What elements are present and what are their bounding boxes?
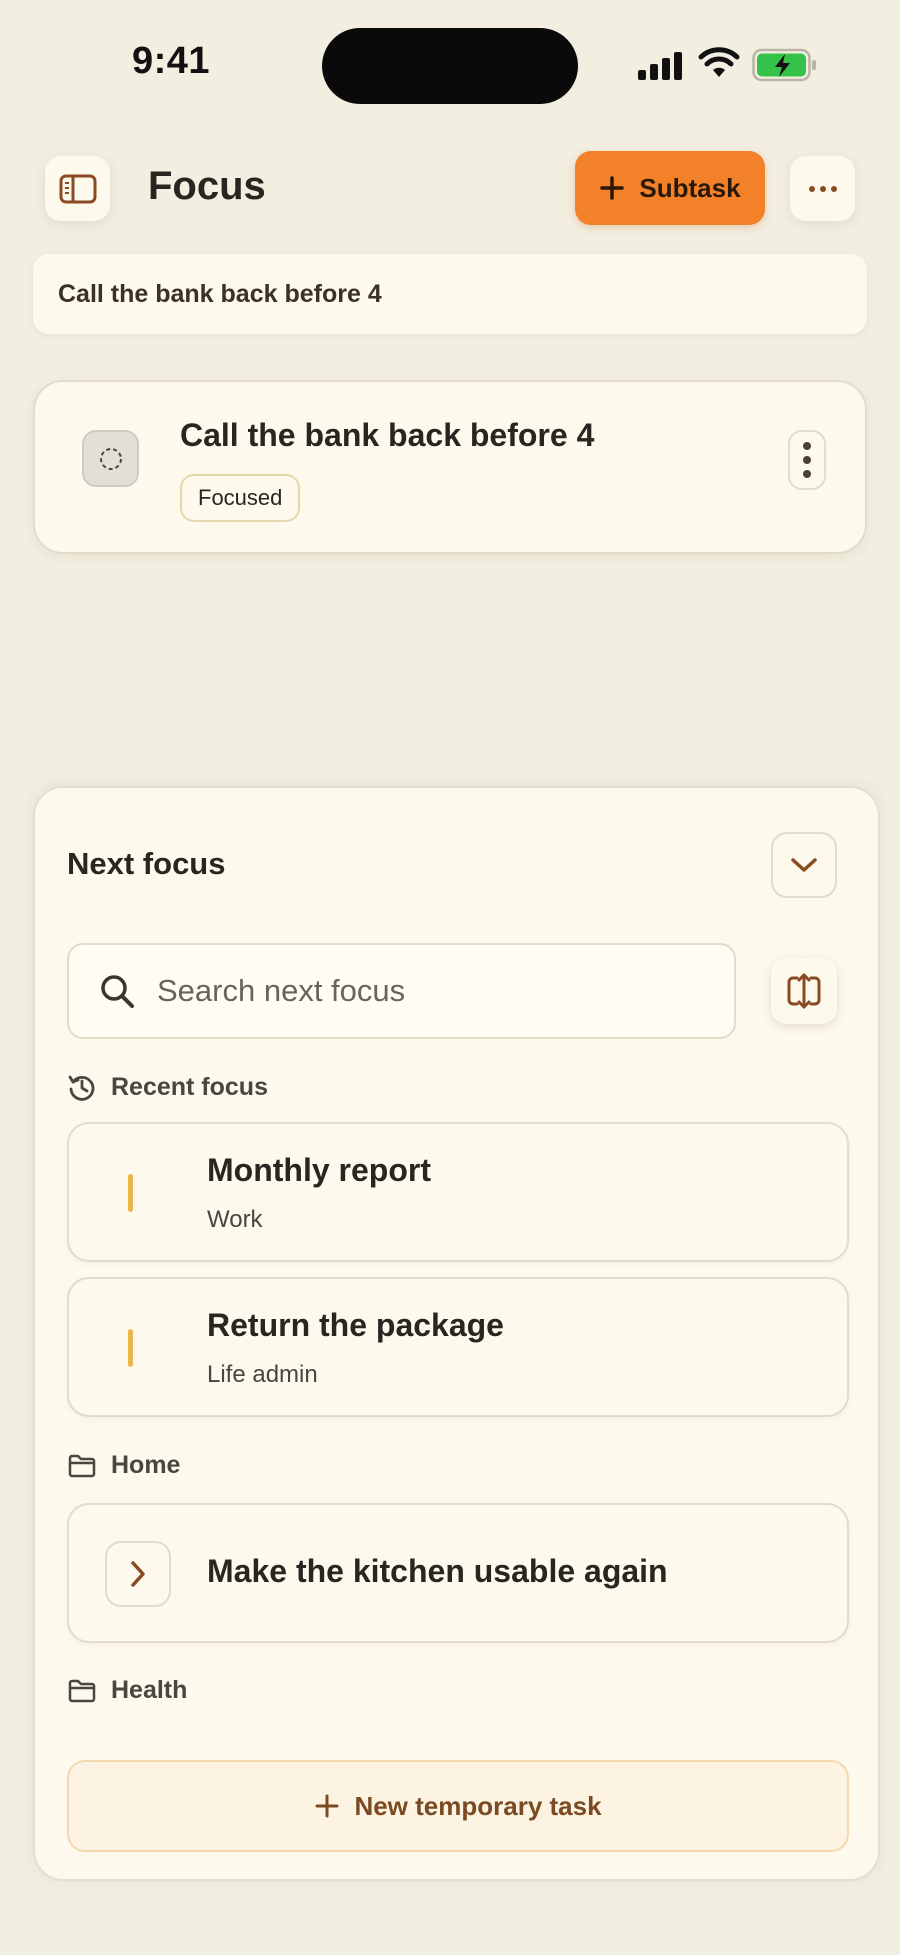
folder-icon [68,1454,96,1477]
group-label: Home [111,1451,181,1479]
group-header-home: Home [67,1451,180,1480]
task-title: Return the package [207,1307,504,1343]
dashed-circle-icon [99,447,122,470]
recent-focus-label: Recent focus [111,1072,268,1101]
status-badge: Focused [180,474,301,522]
task-title: Make the kitchen usable again [207,1553,668,1589]
task-subtitle: Work [207,1206,263,1233]
recent-focus-header: Recent focus [67,1072,268,1102]
next-focus-title: Next focus [67,846,226,881]
current-task-breadcrumb[interactable]: Call the bank back before 4 [33,254,867,334]
wifi-icon [698,47,740,77]
chevron-right-icon [131,1561,145,1587]
group-header-health: Health [67,1676,187,1705]
more-options-button[interactable] [790,156,855,221]
folder-icon [68,1679,96,1702]
cellular-signal-icon [638,52,684,80]
list-item[interactable]: Return the package Life admin [67,1277,849,1417]
status-time: 9:41 [132,40,211,82]
list-item[interactable]: Monthly report Work [67,1122,849,1262]
task-subtitle: Life admin [207,1361,318,1388]
search-field[interactable] [67,943,736,1039]
search-icon [101,975,134,1008]
focused-task-card[interactable]: Call the bank back before 4 Focused [33,380,867,554]
focused-task-title: Call the bank back before 4 [180,417,595,453]
add-subtask-button[interactable]: Subtask [575,151,765,225]
expand-task-button[interactable] [105,1541,171,1607]
new-temporary-task-button[interactable]: New temporary task [67,1760,849,1852]
sidebar-toggle-button[interactable] [45,156,110,221]
task-status-toggle[interactable] [82,430,139,487]
sidebar-icon [59,174,96,203]
list-item[interactable]: Make the kitchen usable again [67,1503,849,1643]
subtask-button-label: Subtask [639,172,741,203]
expand-button[interactable] [771,958,837,1024]
battery-charging-icon [752,48,816,82]
task-marker [128,1329,133,1367]
chevron-down-icon [791,858,817,872]
plus-icon [315,1794,339,1818]
task-title: Monthly report [207,1152,431,1188]
search-input[interactable] [157,973,697,1009]
more-horizontal-icon [808,185,837,192]
dynamic-island [322,28,578,104]
history-icon [68,1075,95,1101]
expand-vertical-icon [787,973,821,1009]
task-marker [128,1174,133,1212]
task-menu-button[interactable] [788,430,826,490]
page-title: Focus [148,164,266,208]
group-label: Health [111,1676,188,1704]
new-task-label: New temporary task [354,1790,602,1821]
next-focus-panel: Next focus Recent focus Monthly [33,786,880,1881]
plus-icon [600,176,625,200]
collapse-panel-button[interactable] [771,832,837,898]
